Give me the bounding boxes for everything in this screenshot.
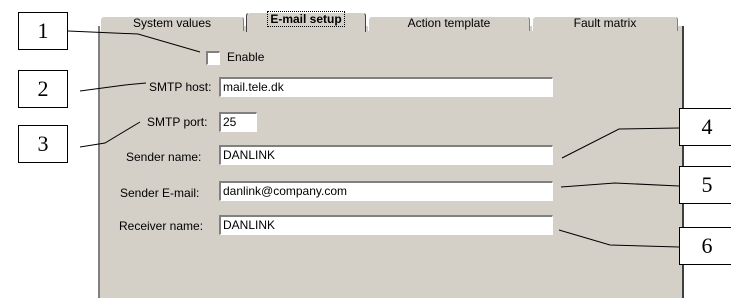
callout-leader-lines (67, 30, 680, 248)
callout-3: 3 (18, 125, 68, 163)
callout-6: 6 (679, 227, 731, 265)
tab-email-setup[interactable]: E-mail setup (246, 11, 366, 32)
callout-1: 1 (18, 12, 68, 50)
callout-2: 2 (18, 70, 68, 108)
tab-email-setup-label: E-mail setup (267, 11, 345, 27)
callout-4: 4 (679, 108, 731, 146)
callout-5: 5 (679, 166, 731, 204)
